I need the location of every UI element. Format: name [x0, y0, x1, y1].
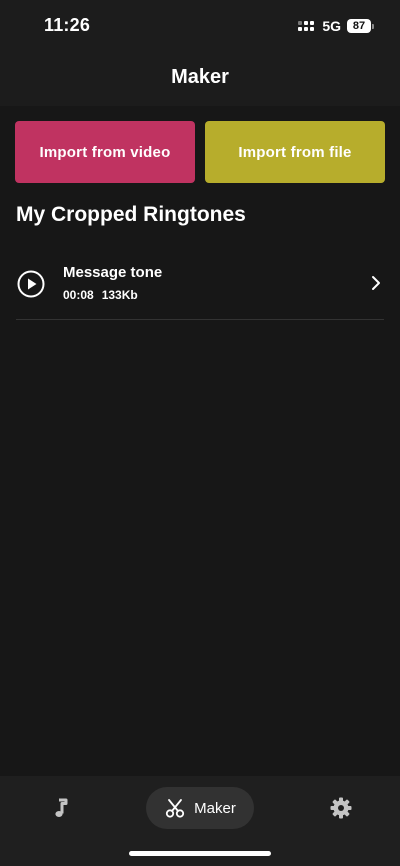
screen: 11:26 5G 87 Maker Import from video Impo…	[0, 0, 400, 866]
chevron-right-icon	[372, 276, 380, 290]
ringtone-list-item[interactable]: Message tone 00:08 133Kb	[16, 246, 384, 320]
section-title: My Cropped Ringtones	[16, 203, 246, 226]
header: Maker	[0, 52, 400, 106]
tab-bar: Maker	[0, 776, 400, 866]
status-bar: 11:26 5G 87	[0, 0, 400, 52]
network-label: 5G	[322, 18, 341, 34]
import-from-video-button[interactable]: Import from video	[15, 121, 195, 183]
play-icon[interactable]	[16, 269, 46, 299]
ringtone-size: 133Kb	[101, 288, 138, 302]
import-button-row: Import from video Import from file	[15, 121, 385, 183]
gear-icon[interactable]	[329, 796, 353, 820]
status-indicators: 5G 87	[298, 18, 374, 34]
tab-maker[interactable]: Maker	[146, 787, 254, 829]
tab-maker-label: Maker	[194, 799, 236, 817]
status-time: 11:26	[44, 15, 91, 35]
signal-icon	[298, 21, 315, 31]
battery-level: 87	[347, 19, 371, 33]
battery-icon: 87	[347, 19, 374, 33]
ringtone-duration: 00:08	[63, 288, 94, 302]
scissors-icon	[166, 799, 185, 818]
ringtone-name: Message tone	[63, 264, 163, 281]
import-from-file-button[interactable]: Import from file	[205, 121, 385, 183]
page-title: Maker	[171, 66, 229, 88]
music-note-icon[interactable]	[48, 796, 72, 820]
ringtone-meta: 00:08 133Kb	[63, 288, 138, 302]
home-indicator	[129, 851, 271, 856]
